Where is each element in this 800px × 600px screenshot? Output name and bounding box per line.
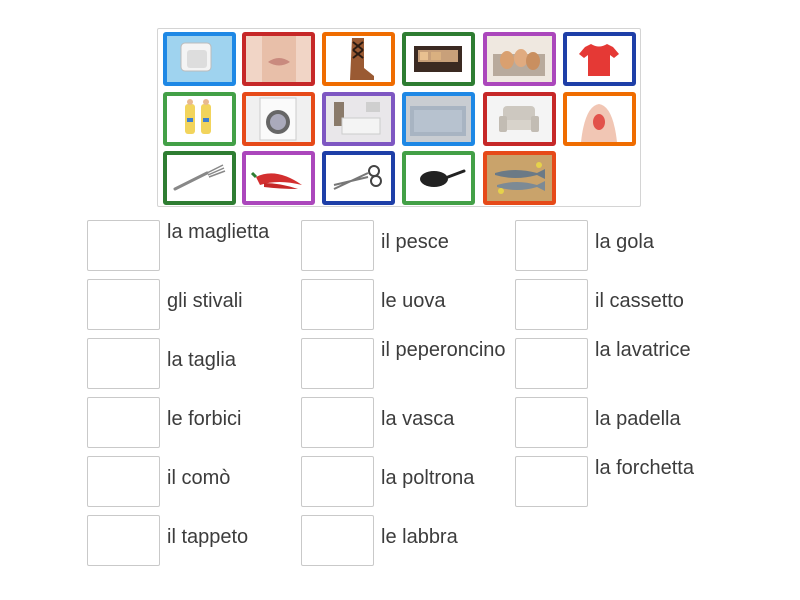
armchair-icon: [487, 96, 552, 142]
eggs-icon: [487, 36, 552, 82]
image-tile[interactable]: [402, 32, 475, 86]
drop-slot[interactable]: [301, 338, 374, 389]
drop-slot[interactable]: [515, 220, 588, 271]
throat-icon: [567, 96, 632, 142]
drop-slot[interactable]: [87, 456, 160, 507]
drawer-icon: [406, 36, 471, 82]
image-tile[interactable]: [242, 92, 315, 146]
image-tile[interactable]: [163, 151, 236, 205]
word-label: le uova: [381, 290, 446, 312]
word-label: la padella: [595, 408, 681, 430]
image-tile[interactable]: [322, 151, 395, 205]
fork-icon: [167, 155, 232, 201]
word-label: la poltrona: [381, 467, 475, 489]
image-tile[interactable]: [483, 151, 556, 205]
image-tile[interactable]: [163, 92, 236, 146]
chili-pepper-icon: [246, 155, 311, 201]
fish-icon: [487, 155, 552, 201]
image-tile[interactable]: [563, 92, 636, 146]
word-label: il peperoncino: [381, 339, 506, 361]
image-tile[interactable]: [483, 92, 556, 146]
word-label: la vasca: [381, 408, 455, 430]
drop-slot[interactable]: [515, 279, 588, 330]
drop-slot[interactable]: [301, 220, 374, 271]
drop-slot[interactable]: [87, 279, 160, 330]
drop-slot[interactable]: [87, 338, 160, 389]
drop-slot[interactable]: [87, 397, 160, 448]
word-label: le labbra: [381, 526, 458, 548]
image-tile[interactable]: [322, 32, 395, 86]
word-label: gli stivali: [167, 290, 243, 312]
image-tile[interactable]: [402, 151, 475, 205]
word-label: il cassetto: [595, 290, 684, 312]
drop-slot[interactable]: [87, 220, 160, 271]
drop-slot[interactable]: [515, 456, 588, 507]
washing-machine-icon: [246, 96, 311, 142]
scissors-icon: [326, 155, 391, 201]
word-label: il tappeto: [167, 526, 249, 548]
word-label: la forchetta: [595, 457, 694, 479]
clothing-sizes-icon: [167, 96, 232, 142]
image-tile[interactable]: [163, 32, 236, 86]
word-label: la taglia: [167, 349, 236, 371]
drop-slot[interactable]: [301, 397, 374, 448]
dresser-icon: [326, 96, 391, 142]
word-label: il comò: [167, 467, 231, 489]
image-tile[interactable]: [402, 92, 475, 146]
image-tile[interactable]: [483, 32, 556, 86]
image-tray: [157, 28, 641, 207]
drop-slot[interactable]: [301, 456, 374, 507]
image-tile[interactable]: [563, 32, 636, 86]
boots-icon: [326, 36, 391, 82]
rug-icon: [406, 96, 471, 142]
word-label: il pesce: [381, 231, 449, 253]
drop-slot[interactable]: [515, 338, 588, 389]
image-tile[interactable]: [242, 32, 315, 86]
bathtub-icon: [167, 36, 232, 82]
word-label: la lavatrice: [595, 339, 691, 361]
drop-slot[interactable]: [301, 279, 374, 330]
image-tile[interactable]: [242, 151, 315, 205]
word-label: la gola: [595, 231, 654, 253]
lips-icon: [246, 36, 311, 82]
word-label: le forbici: [167, 408, 242, 430]
image-tile[interactable]: [322, 92, 395, 146]
word-label: la maglietta: [167, 221, 270, 243]
drop-slot[interactable]: [87, 515, 160, 566]
frying-pan-icon: [406, 155, 471, 201]
drop-slot[interactable]: [301, 515, 374, 566]
drop-slot[interactable]: [515, 397, 588, 448]
tshirt-icon: [567, 36, 632, 82]
